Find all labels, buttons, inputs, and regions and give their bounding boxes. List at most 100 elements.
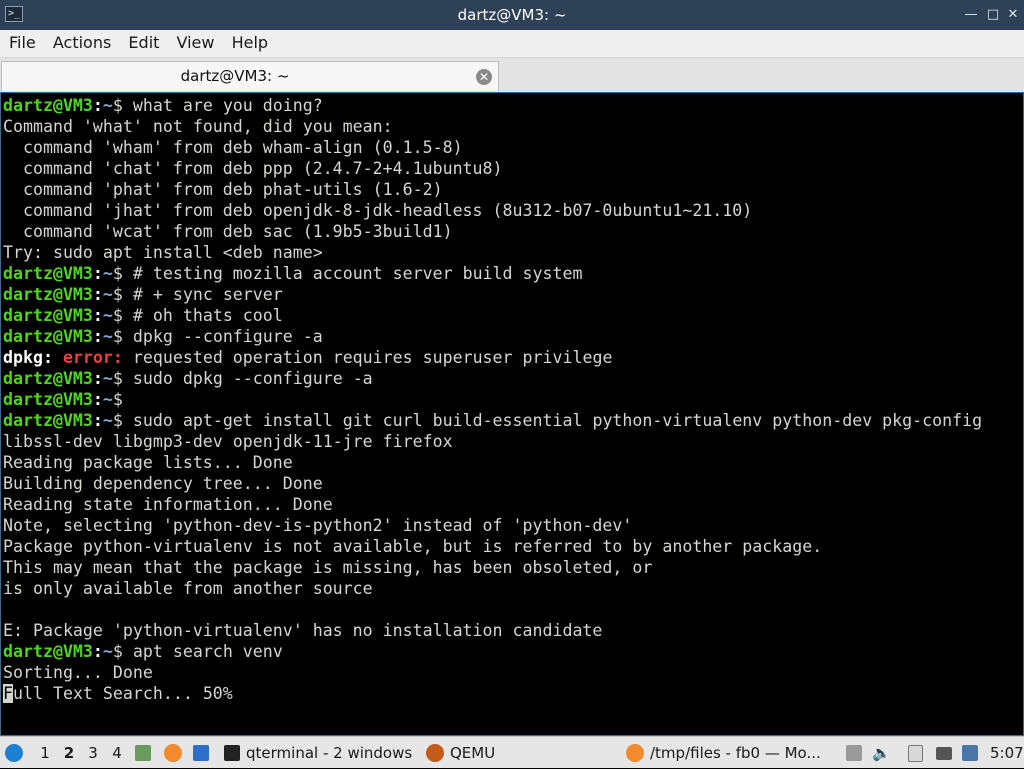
tab-terminal[interactable]: dartz@VM3: ~ ✕: [1, 61, 499, 91]
menu-actions[interactable]: Actions: [53, 30, 111, 56]
prompt-user: dartz@VM3: [3, 306, 93, 325]
terminal-icon: [224, 745, 240, 761]
task-qterminal[interactable]: qterminal - 2 windows: [224, 737, 412, 769]
output-text: libssl-dev libgmp3-dev openjdk-11-jre fi…: [3, 432, 453, 451]
show-desktop-icon[interactable]: [193, 737, 209, 769]
start-menu-icon[interactable]: [5, 737, 23, 769]
terminal-line: dartz@VM3:~$: [3, 390, 133, 409]
terminal-line: is only available from another source: [3, 578, 1021, 599]
terminal-line: libssl-dev libgmp3-dev openjdk-11-jre fi…: [3, 431, 1021, 452]
qemu-icon: [426, 744, 444, 762]
prompt-command: $ sudo dpkg --configure -a: [112, 369, 373, 388]
terminal-line: dartz@VM3:~$ dpkg --configure -a: [3, 327, 323, 346]
close-window-icon[interactable]: ✕: [1004, 6, 1022, 24]
menu-help[interactable]: Help: [232, 30, 268, 56]
output-text: ull Text Search... 50%: [13, 684, 233, 703]
prompt-command: $ apt search venv: [112, 642, 283, 661]
firefox-icon: [626, 744, 644, 762]
prompt-user: dartz@VM3: [3, 390, 93, 409]
terminal-output: dartz@VM3:~$ what are you doing? Command …: [3, 95, 1021, 733]
terminal-line: Command 'what' not found, did you mean:: [3, 116, 1021, 137]
terminal-line: Building dependency tree... Done: [3, 473, 1021, 494]
minimize-icon[interactable]: —: [962, 6, 980, 24]
prompt-user: dartz@VM3: [3, 411, 93, 430]
output-text: command 'jhat' from deb openjdk-8-jdk-he…: [3, 201, 753, 220]
prompt-path: ~: [102, 390, 113, 409]
terminal-line: This may mean that the package is missin…: [3, 557, 1021, 578]
taskbar: 1 2 3 4 qterminal - 2 windows QEMU /tmp/…: [0, 736, 1024, 768]
task-label: /tmp/files - fb0 — Mo...: [650, 744, 821, 762]
menubar: File Actions Edit View Help: [0, 30, 1024, 58]
output-text: command 'chat' from deb ppp (2.4.7-2+4.1…: [3, 159, 503, 178]
workspace-4[interactable]: 4: [108, 737, 126, 769]
maximize-icon[interactable]: □: [984, 6, 1002, 24]
volume-icon[interactable]: 🔈: [872, 737, 891, 769]
error-text: requested operation requires superuser p…: [122, 348, 613, 367]
output-text: Command 'what' not found, did you mean:: [3, 117, 393, 136]
network-icon[interactable]: [936, 737, 952, 769]
tray-updates-icon[interactable]: [846, 737, 862, 769]
prompt-command: $ what are you doing?: [112, 96, 323, 115]
prompt-user: dartz@VM3: [3, 369, 93, 388]
workspace-3[interactable]: 3: [84, 737, 102, 769]
terminal-line: dartz@VM3:~$ # + sync server: [3, 285, 283, 304]
prompt-command: $ # oh thats cool: [112, 306, 283, 325]
terminal-line: dartz@VM3:~$ # testing mozilla account s…: [3, 264, 583, 283]
prompt-path: ~: [102, 264, 113, 283]
output-text: Sorting... Done: [3, 663, 153, 682]
output-text: command 'wham' from deb wham-align (0.1.…: [3, 138, 463, 157]
output-text: command 'wcat' from deb sac (1.9b5-3buil…: [3, 222, 453, 241]
workspace-2[interactable]: 2: [60, 737, 78, 769]
prompt-command: $ dpkg --configure -a: [112, 327, 323, 346]
terminal-line: dartz@VM3:~$ sudo dpkg --configure -a: [3, 369, 373, 388]
prompt-command: $: [112, 390, 133, 409]
prompt-user: dartz@VM3: [3, 327, 93, 346]
terminal-line: E: Package 'python-virtualenv' has no in…: [3, 620, 1021, 641]
task-label: qterminal - 2 windows: [246, 744, 413, 762]
terminal-line: command 'wham' from deb wham-align (0.1.…: [3, 137, 1021, 158]
file-manager-icon[interactable]: [135, 737, 151, 769]
menu-file[interactable]: File: [9, 30, 36, 56]
terminal-line: Full Text Search... 50%: [3, 683, 1021, 704]
prompt-command: $ # testing mozilla account server build…: [112, 264, 583, 283]
terminal-line: Package python-virtualenv is not availab…: [3, 536, 1021, 557]
terminal-line: dartz@VM3:~$ apt search venv: [3, 642, 283, 661]
prompt-path: ~: [102, 306, 113, 325]
window-titlebar[interactable]: >_ dartz@VM3: ~ — □ ✕: [0, 0, 1024, 30]
error-program: dpkg:: [3, 348, 53, 367]
terminal-line: command 'wcat' from deb sac (1.9b5-3buil…: [3, 221, 1021, 242]
firefox-launcher-icon[interactable]: [164, 737, 182, 769]
prompt-path: ~: [102, 285, 113, 304]
workspace-1[interactable]: 1: [36, 737, 54, 769]
prompt-path: ~: [102, 369, 113, 388]
prompt-path: ~: [102, 96, 113, 115]
output-text: Building dependency tree... Done: [3, 474, 323, 493]
terminal-line: Reading package lists... Done: [3, 452, 1021, 473]
clipboard-icon[interactable]: [908, 737, 923, 769]
output-text: command 'phat' from deb phat-utils (1.6-…: [3, 180, 443, 199]
prompt-user: dartz@VM3: [3, 264, 93, 283]
notification-icon[interactable]: [962, 737, 978, 769]
prompt-user: dartz@VM3: [3, 642, 93, 661]
clock[interactable]: 5:07: [990, 737, 1024, 769]
tab-label: dartz@VM3: ~: [180, 67, 290, 85]
output-text: Try: sudo apt install <deb name>: [3, 243, 323, 262]
output-text: E: Package 'python-virtualenv' has no in…: [3, 621, 603, 640]
terminal-line: dartz@VM3:~$ sudo apt-get install git cu…: [3, 411, 983, 430]
terminal-line: dartz@VM3:~$ # oh thats cool: [3, 306, 283, 325]
prompt-user: dartz@VM3: [3, 96, 93, 115]
task-qemu[interactable]: QEMU: [426, 737, 495, 769]
prompt-path: ~: [102, 327, 113, 346]
terminal-view[interactable]: dartz@VM3:~$ what are you doing? Command …: [0, 92, 1024, 736]
tab-close-icon[interactable]: ✕: [476, 69, 492, 85]
error-label: error:: [62, 348, 123, 367]
output-text: Package python-virtualenv is not availab…: [3, 537, 823, 556]
task-firefox[interactable]: /tmp/files - fb0 — Mo...: [626, 737, 821, 769]
prompt-user: dartz@VM3: [3, 285, 93, 304]
tab-bar: dartz@VM3: ~ ✕: [0, 58, 1024, 92]
menu-edit[interactable]: Edit: [128, 30, 159, 56]
text-cursor: F: [3, 684, 13, 703]
menu-view[interactable]: View: [177, 30, 215, 56]
terminal-line: command 'chat' from deb ppp (2.4.7-2+4.1…: [3, 158, 1021, 179]
